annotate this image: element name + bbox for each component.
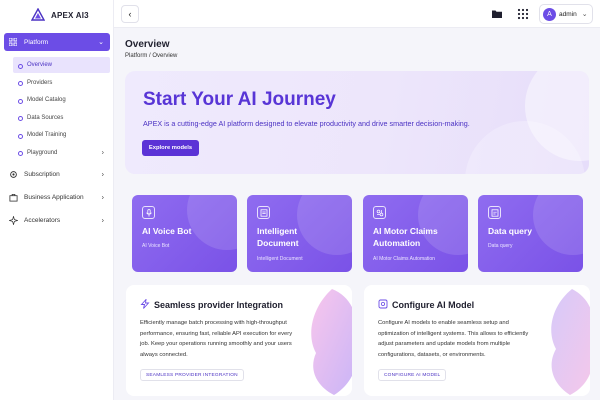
feature-description: Configure AI models to enable seamless s… — [378, 320, 529, 358]
briefcase-icon — [8, 193, 18, 203]
database-icon — [488, 206, 501, 219]
chevron-down-icon: ⌄ — [98, 39, 104, 46]
hero-title: Start Your AI Journey — [143, 89, 336, 110]
sidebar-subitem-label: Overview — [27, 62, 53, 68]
sidebar-subitem-label: Providers — [27, 79, 53, 86]
sidebar-subitem-providers[interactable]: Providers — [13, 75, 110, 91]
sidebar-nav: Platform ⌄ Overview Providers Model Cata… — [0, 33, 113, 229]
sidebar-item-business-application[interactable]: Business Application › — [4, 189, 110, 206]
user-menu-button[interactable]: A admin ⌄ — [539, 4, 593, 24]
card-intelligent-document[interactable]: Intelligent Document Intelligent Documen… — [247, 195, 352, 272]
feature-configure-ai-model: Configure AI Model Configure AI models t… — [364, 285, 590, 396]
sidebar-submenu: Overview Providers Model Catalog Data So… — [0, 57, 113, 161]
sidebar-subitem-model-training[interactable]: Model Training — [13, 127, 110, 143]
card-title: Automation — [373, 238, 421, 248]
card-subtitle: Intelligent Document — [257, 256, 303, 262]
feature-description: Efficiently manage batch processing with… — [140, 320, 293, 358]
sidebar-item-accelerators[interactable]: Accelerators › — [4, 212, 110, 229]
sidebar-item-platform[interactable]: Platform ⌄ — [4, 33, 110, 51]
chevron-down-icon: ⌄ — [581, 11, 588, 18]
configure-ai-model-button[interactable]: CONFIGURE AI MODEL — [378, 369, 447, 381]
seamless-provider-integration-button[interactable]: SEAMLESS PROVIDER INTEGRATION — [140, 369, 244, 381]
grid-icon — [8, 37, 18, 47]
hero-description: APEX is a cutting-edge AI platform desig… — [143, 119, 470, 128]
chevron-right-icon: › — [101, 217, 104, 224]
gear-icon — [8, 170, 18, 180]
brand[interactable]: APEX AI3 — [0, 0, 113, 30]
card-title: Document — [257, 238, 299, 248]
chevron-left-icon: ‹ — [128, 9, 132, 19]
card-subtitle: AI Motor Claims Automation — [373, 256, 435, 262]
settings-cube-icon — [378, 299, 388, 309]
feature-title: Seamless provider Integration — [154, 300, 284, 310]
sidebar-subitem-label: Model Catalog — [27, 97, 66, 103]
lightning-icon — [140, 299, 150, 309]
sidebar-subitem-label: Model Training — [27, 132, 67, 138]
decorative-blob — [311, 289, 352, 395]
sidebar-item-subscription[interactable]: Subscription › — [4, 166, 110, 183]
decorative-blob — [551, 289, 590, 395]
card-decoration — [187, 195, 237, 250]
apex-logo-icon — [31, 8, 45, 21]
brand-name: APEX AI3 — [51, 10, 89, 20]
folder-icon[interactable] — [491, 8, 503, 20]
automation-icon — [373, 206, 386, 219]
avatar: A — [543, 7, 556, 21]
sidebar-subitem-model-catalog[interactable]: Model Catalog — [13, 92, 110, 108]
card-title: Data query — [488, 226, 532, 236]
apps-grid-icon[interactable] — [517, 8, 529, 20]
card-decoration — [533, 195, 583, 255]
breadcrumb: Platform / Overview — [125, 53, 178, 59]
card-ai-motor-claims[interactable]: AI Motor Claims Automation AI Motor Clai… — [363, 195, 468, 272]
sparkle-icon — [8, 216, 18, 226]
sidebar-item-label: Subscription — [24, 171, 60, 178]
top-bar: ‹ A admin ⌄ — [114, 0, 600, 28]
card-data-query[interactable]: Data query Data query — [478, 195, 583, 272]
sidebar-subitem-label: Data Sources — [27, 114, 64, 121]
back-button[interactable]: ‹ — [121, 5, 139, 23]
explore-models-button[interactable]: Explore models — [142, 140, 199, 156]
sidebar-subitem-playground[interactable]: Playground › — [13, 145, 110, 161]
sidebar-item-label: Business Application — [24, 194, 84, 201]
document-icon — [257, 206, 270, 219]
sidebar-item-label: Platform — [24, 38, 49, 46]
microphone-icon — [142, 206, 155, 219]
sidebar: APEX AI3 Platform ⌄ Overview Providers M… — [0, 0, 114, 400]
feature-title: Configure AI Model — [392, 300, 475, 310]
card-ai-voice-bot[interactable]: AI Voice Bot AI Voice Bot — [132, 195, 237, 272]
card-subtitle: AI Voice Bot — [142, 243, 170, 249]
card-title: AI Motor Claims — [373, 226, 438, 236]
feature-provider-integration: Seamless provider Integration Efficientl… — [126, 285, 352, 396]
chevron-right-icon: › — [101, 149, 104, 156]
card-subtitle: Data query — [488, 243, 513, 249]
sidebar-subitem-overview[interactable]: Overview — [13, 57, 110, 73]
card-decoration — [297, 195, 352, 255]
sidebar-subitem-label: Playground — [27, 149, 58, 156]
sidebar-item-label: Accelerators — [24, 217, 61, 224]
page-title: Overview — [125, 39, 170, 50]
sidebar-subitem-data-sources[interactable]: Data Sources — [13, 110, 110, 126]
hero-banner: Start Your AI Journey APEX is a cutting-… — [125, 71, 589, 174]
chevron-right-icon: › — [101, 194, 104, 201]
card-title: AI Voice Bot — [142, 226, 192, 236]
card-title: Intelligent — [257, 226, 298, 236]
username: admin — [559, 10, 577, 18]
chevron-right-icon: › — [101, 171, 104, 178]
